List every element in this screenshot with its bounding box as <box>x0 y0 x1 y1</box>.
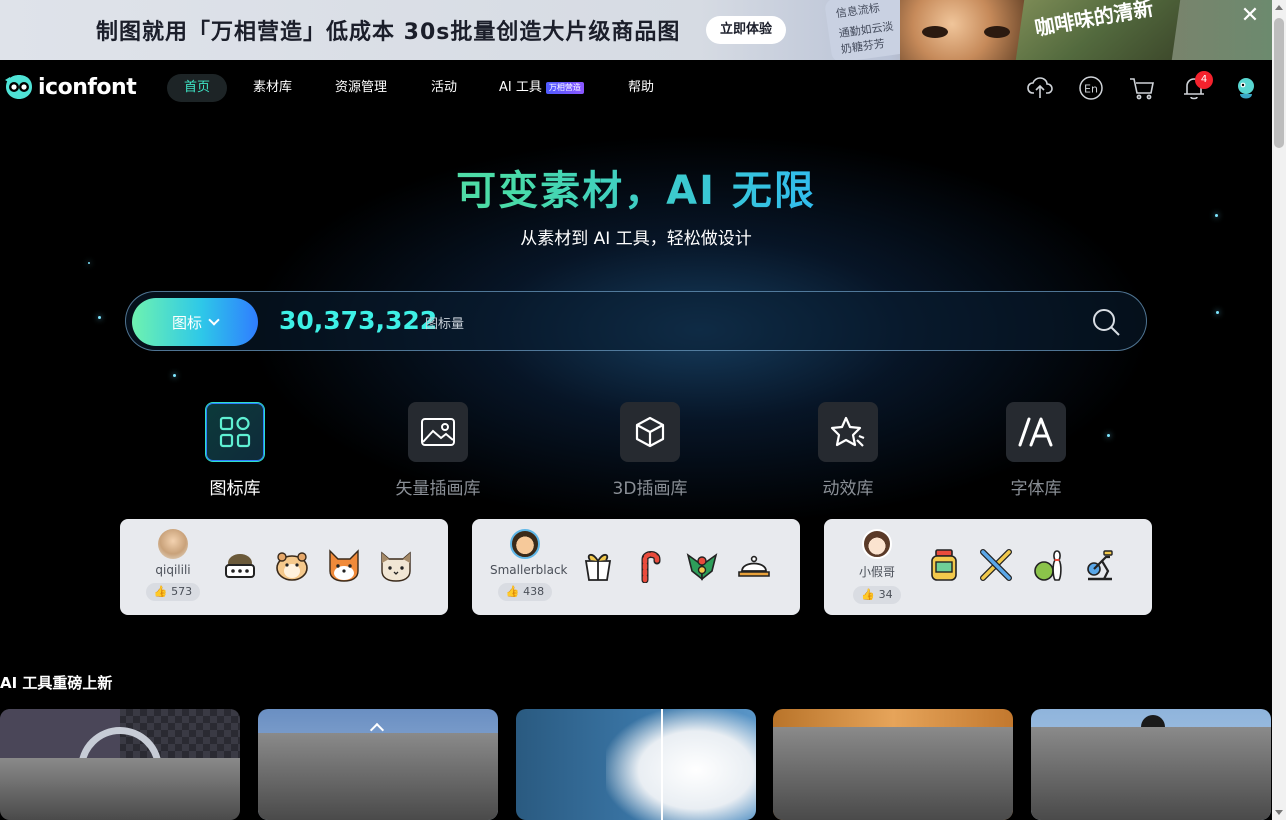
icon-count-unit: 图标量 <box>425 317 465 332</box>
logo[interactable]: iconfont <box>4 74 137 100</box>
category-label: 字体库 <box>1010 479 1062 499</box>
ai-tools-section-title: AI 工具重磅上新 <box>0 674 113 692</box>
author-avatar <box>158 529 188 559</box>
gift-icon[interactable] <box>580 547 616 583</box>
hero-title: 可变素材，AI 无限 <box>0 158 1272 216</box>
ai-tool-card[interactable] <box>1031 709 1271 820</box>
search-type-dropdown[interactable]: 图标 <box>132 298 258 346</box>
banner-headline: 制图就用「万相营造」低成本 30s批量创造大片级商品图 <box>96 20 681 45</box>
notification-count-badge: 4 <box>1195 71 1213 89</box>
exercise-bike-icon[interactable] <box>1082 547 1118 583</box>
banner-model-image <box>900 0 1030 60</box>
font-icon <box>1006 402 1066 462</box>
author-name: Smallerblack <box>490 563 568 577</box>
category-3d-illustration[interactable]: 3D插画库 <box>570 402 730 499</box>
grid-icon <box>205 402 265 462</box>
scroll-up-arrow[interactable] <box>1275 5 1283 10</box>
card-overlay <box>1031 727 1271 820</box>
candy-cane-icon[interactable] <box>632 547 668 583</box>
turtle-icon[interactable] <box>222 547 258 583</box>
avatar-icon[interactable] <box>1232 74 1260 102</box>
showcase-card[interactable]: qiqilili 👍 573 <box>120 519 448 615</box>
nav-assets[interactable]: 素材库 <box>253 74 292 102</box>
bowling-icon[interactable] <box>1030 547 1066 583</box>
scroll-down-arrow[interactable] <box>1275 810 1283 815</box>
logo-icon <box>5 75 32 99</box>
category-icon-library[interactable]: 图标库 <box>155 402 315 499</box>
star-decoration <box>1216 311 1219 314</box>
close-icon[interactable]: ✕ <box>1238 4 1262 28</box>
logo-text: iconfont <box>38 74 137 100</box>
ai-tool-card[interactable] <box>258 709 498 820</box>
hamster-icon[interactable] <box>274 547 310 583</box>
likes-count: 34 <box>878 588 893 601</box>
star-icon <box>818 402 878 462</box>
ai-tool-card[interactable] <box>0 709 240 820</box>
scroll-thumb[interactable] <box>1274 18 1284 148</box>
search-icon[interactable] <box>1090 306 1122 338</box>
comparison-divider <box>661 709 663 820</box>
star-decoration <box>98 316 101 319</box>
category-motion[interactable]: 动效库 <box>768 402 928 499</box>
category-label: 图标库 <box>209 479 261 499</box>
author-name: qiqilili <box>155 563 191 577</box>
chevron-down-icon <box>208 314 220 326</box>
card-overlay <box>258 733 498 820</box>
image-icon <box>408 402 468 462</box>
ai-tool-card[interactable] <box>516 709 756 820</box>
category-label: 3D插画库 <box>612 479 688 499</box>
showcase-card[interactable]: 小假哥 👍 34 <box>824 519 1152 615</box>
ai-tool-card[interactable] <box>773 709 1013 820</box>
jar-icon[interactable] <box>926 547 962 583</box>
language-label: En <box>1084 83 1098 96</box>
promo-banner[interactable]: 制图就用「万相营造」低成本 30s批量创造大片级商品图 立即体验 信息流标 通勤… <box>0 0 1272 60</box>
shiba-icon[interactable] <box>326 547 362 583</box>
dish-icon[interactable] <box>736 547 772 583</box>
nav-home[interactable]: 首页 <box>167 74 228 102</box>
page-scrollbar[interactable] <box>1272 0 1286 820</box>
banner-cta-button[interactable]: 立即体验 <box>706 16 786 44</box>
dog-image <box>606 709 756 820</box>
author-name: 小假哥 <box>858 565 895 579</box>
search-bar[interactable]: 图标 30,373,322 图标量 <box>125 291 1147 351</box>
card-overlay <box>773 727 1013 820</box>
cloud-upload-icon[interactable] <box>1026 74 1054 102</box>
cube-icon <box>620 402 680 462</box>
star-decoration <box>173 374 176 377</box>
hero-subtitle: 从素材到 AI 工具，轻松做设计 <box>520 229 752 249</box>
category-label: 矢量插画库 <box>395 479 481 499</box>
author-info[interactable]: Smallerblack 👍 438 <box>490 529 568 601</box>
category-vector-illustration[interactable]: 矢量插画库 <box>358 402 518 499</box>
ai-tools-badge: 万相营造 <box>545 82 584 94</box>
author-info[interactable]: qiqilili 👍 573 <box>142 529 204 601</box>
cat-icon[interactable] <box>378 547 414 583</box>
holly-icon[interactable] <box>684 547 720 583</box>
author-avatar <box>510 529 540 559</box>
likes-badge: 👍 573 <box>145 583 201 601</box>
likes-badge: 👍 34 <box>853 586 901 604</box>
nav-activities[interactable]: 活动 <box>431 74 457 102</box>
likes-count: 573 <box>171 585 193 598</box>
nav-resource-management[interactable]: 资源管理 <box>335 74 387 102</box>
card-overlay <box>0 758 240 820</box>
category-label: 动效库 <box>822 479 874 499</box>
category-fonts[interactable]: 字体库 <box>956 402 1116 499</box>
cart-icon[interactable] <box>1128 74 1156 102</box>
showcase-card[interactable]: Smallerblack 👍 438 <box>472 519 800 615</box>
likes-badge: 👍 438 <box>497 583 553 601</box>
icon-count: 30,373,322 <box>279 306 438 335</box>
search-type-label: 图标 <box>171 313 202 332</box>
author-info[interactable]: 小假哥 👍 34 <box>846 529 908 604</box>
bats-icon[interactable] <box>978 547 1014 583</box>
nav-ai-tools-label: AI 工具 <box>499 80 542 95</box>
author-avatar <box>862 529 892 559</box>
nav-ai-tools[interactable]: AI 工具 万相营造 <box>499 74 584 102</box>
nav-help[interactable]: 帮助 <box>628 74 654 102</box>
language-icon[interactable]: En <box>1077 74 1105 102</box>
star-decoration <box>88 262 90 264</box>
likes-count: 438 <box>523 585 545 598</box>
